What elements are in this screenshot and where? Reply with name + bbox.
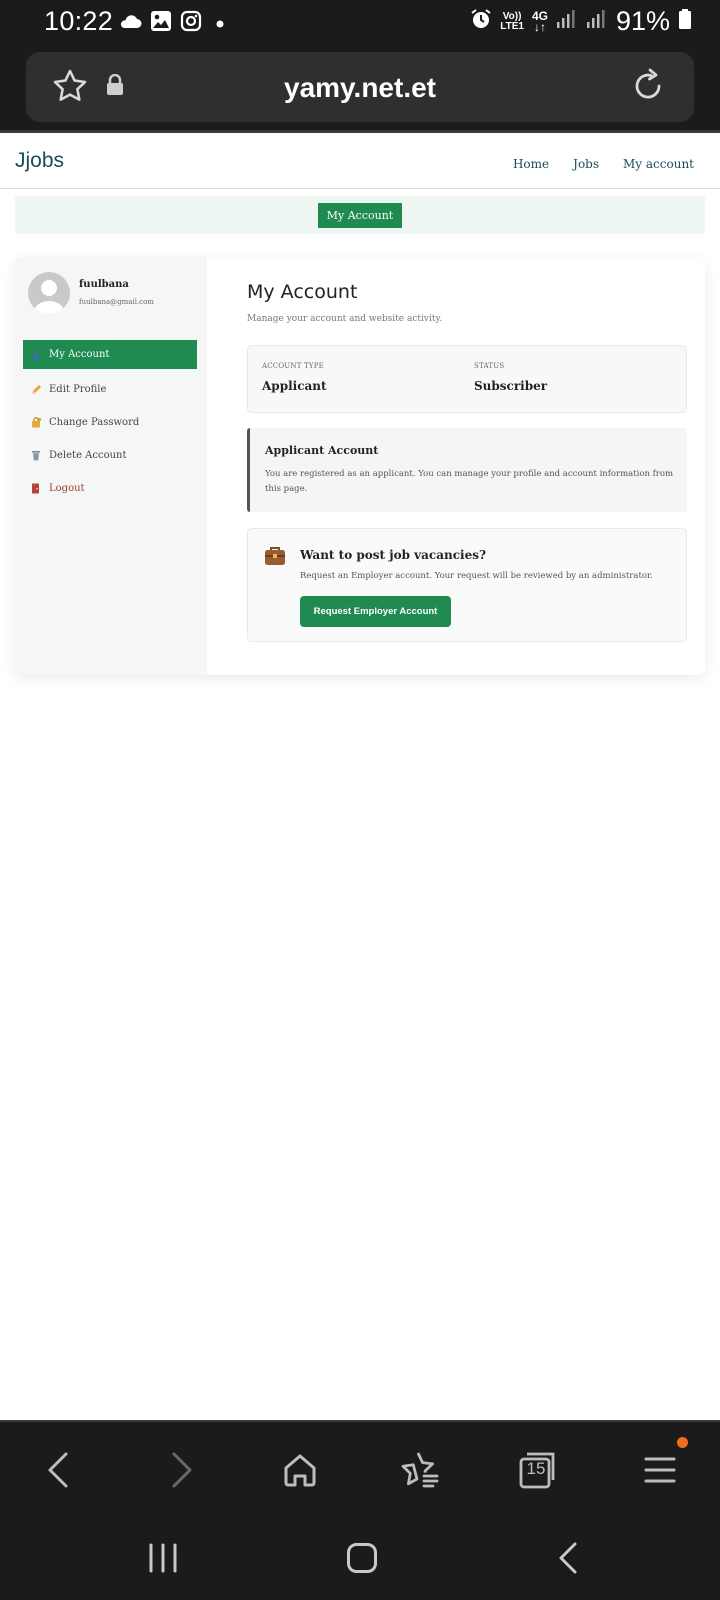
tab-count: 15 — [526, 1459, 546, 1478]
account-status: STATUS Subscriber — [474, 362, 547, 393]
sidebar-item-label: Edit Profile — [49, 384, 107, 395]
browser-toolbar: 15 — [0, 1420, 720, 1516]
page-title: My Account — [247, 281, 358, 303]
bookmarks-button[interactable] — [398, 1448, 442, 1492]
sidebar-item-label: My Account — [49, 349, 110, 360]
chevron-left-icon — [48, 1452, 68, 1488]
account-menu: My Account Edit Profile Change Password … — [23, 340, 197, 505]
sidebar-item-my-account[interactable]: My Account — [23, 340, 197, 369]
sidebar-item-delete-account[interactable]: Delete Account — [23, 439, 197, 472]
chevron-right-icon — [172, 1452, 192, 1488]
menu-button[interactable] — [638, 1448, 682, 1492]
clock: 10:22 — [44, 6, 114, 36]
cloud-icon — [118, 13, 142, 34]
signal-icon-2 — [586, 9, 608, 34]
nav-home[interactable]: Home — [513, 157, 549, 171]
status-value: Subscriber — [474, 379, 548, 393]
tabs-button[interactable]: 15 — [516, 1448, 560, 1492]
notice-title: Applicant Account — [265, 444, 379, 457]
door-icon — [31, 483, 49, 494]
sidebar-item-edit-profile[interactable]: Edit Profile — [23, 373, 197, 406]
instagram-icon — [180, 10, 202, 37]
browser-chrome: yamy.net.et — [0, 48, 720, 130]
page-subtitle: Manage your account and website activity… — [247, 314, 443, 324]
site-header: Jjobs Home Jobs My account — [0, 133, 720, 189]
lock-key-icon — [31, 417, 49, 428]
status-bar: 10:22 Vo)) LTE1 4G ↓↑ 91% — [0, 0, 720, 48]
home-icon — [284, 1454, 316, 1487]
sidebar-item-label: Delete Account — [49, 450, 127, 461]
breadcrumb-current: My Account — [318, 203, 402, 228]
user-icon — [31, 350, 49, 360]
reload-icon[interactable] — [630, 68, 666, 110]
avatar — [28, 272, 70, 314]
status-label: STATUS — [474, 362, 505, 370]
account-type-value: Applicant — [262, 379, 327, 393]
employer-title: Want to post job vacancies? — [300, 548, 487, 562]
sidebar-item-label: Change Password — [49, 417, 140, 428]
dot-icon — [216, 15, 224, 33]
employer-text: Request an Employer account. Your reques… — [300, 571, 653, 581]
back-chevron-icon — [559, 1542, 577, 1574]
url-text[interactable]: yamy.net.et — [26, 72, 694, 104]
address-bar[interactable]: yamy.net.et — [26, 52, 694, 122]
notification-dot — [677, 1437, 688, 1448]
sidebar-item-label: Logout — [49, 483, 85, 494]
square-home-icon — [347, 1543, 377, 1573]
sidebar-item-change-password[interactable]: Change Password — [23, 406, 197, 439]
battery-icon — [678, 8, 692, 35]
alarm-icon — [470, 8, 492, 35]
recent-apps-icon — [149, 1543, 177, 1573]
gallery-icon — [150, 10, 172, 37]
nav-jobs[interactable]: Jobs — [573, 157, 599, 171]
user-email: fuulbana@gmail.com — [79, 298, 154, 306]
employer-request-box: Want to post job vacancies? Request an E… — [247, 528, 687, 642]
battery-percent: 91% — [615, 6, 670, 36]
briefcase-icon — [264, 545, 286, 571]
home-button[interactable] — [278, 1448, 322, 1492]
data-indicator: 4G ↓↑ — [531, 8, 548, 34]
notice-text: You are registered as an applicant. You … — [265, 469, 674, 494]
account-info-box: ACCOUNT TYPE Applicant STATUS Subscriber — [247, 345, 687, 413]
signal-icon — [556, 9, 578, 34]
account-card: fuulbana fuulbana@gmail.com My Account E… — [15, 257, 705, 675]
system-back-button[interactable] — [546, 1536, 590, 1580]
sidebar-item-logout[interactable]: Logout — [23, 472, 197, 505]
site-logo[interactable]: Jjobs — [15, 149, 64, 173]
recent-apps-button[interactable] — [141, 1536, 185, 1580]
account-type: ACCOUNT TYPE Applicant — [262, 362, 327, 393]
trash-icon — [31, 450, 49, 461]
pencil-icon — [31, 384, 49, 395]
system-home-button[interactable] — [340, 1536, 384, 1580]
hamburger-menu-icon — [644, 1457, 676, 1483]
volte-indicator: Vo)) LTE1 — [500, 10, 524, 32]
user-name: fuulbana — [79, 279, 129, 290]
main-nav: Home Jobs My account — [513, 157, 694, 171]
bookmarks-star-icon — [401, 1452, 439, 1488]
breadcrumb: My Account — [15, 196, 705, 234]
account-sidebar: fuulbana fuulbana@gmail.com My Account E… — [15, 257, 207, 675]
applicant-notice: Applicant Account You are registered as … — [247, 428, 687, 512]
account-type-label: ACCOUNT TYPE — [262, 362, 324, 370]
forward-button[interactable] — [160, 1448, 204, 1492]
system-nav-bar — [0, 1516, 720, 1600]
request-employer-button[interactable]: Request Employer Account — [300, 596, 451, 627]
back-button[interactable] — [36, 1448, 80, 1492]
nav-my-account[interactable]: My account — [623, 157, 694, 171]
